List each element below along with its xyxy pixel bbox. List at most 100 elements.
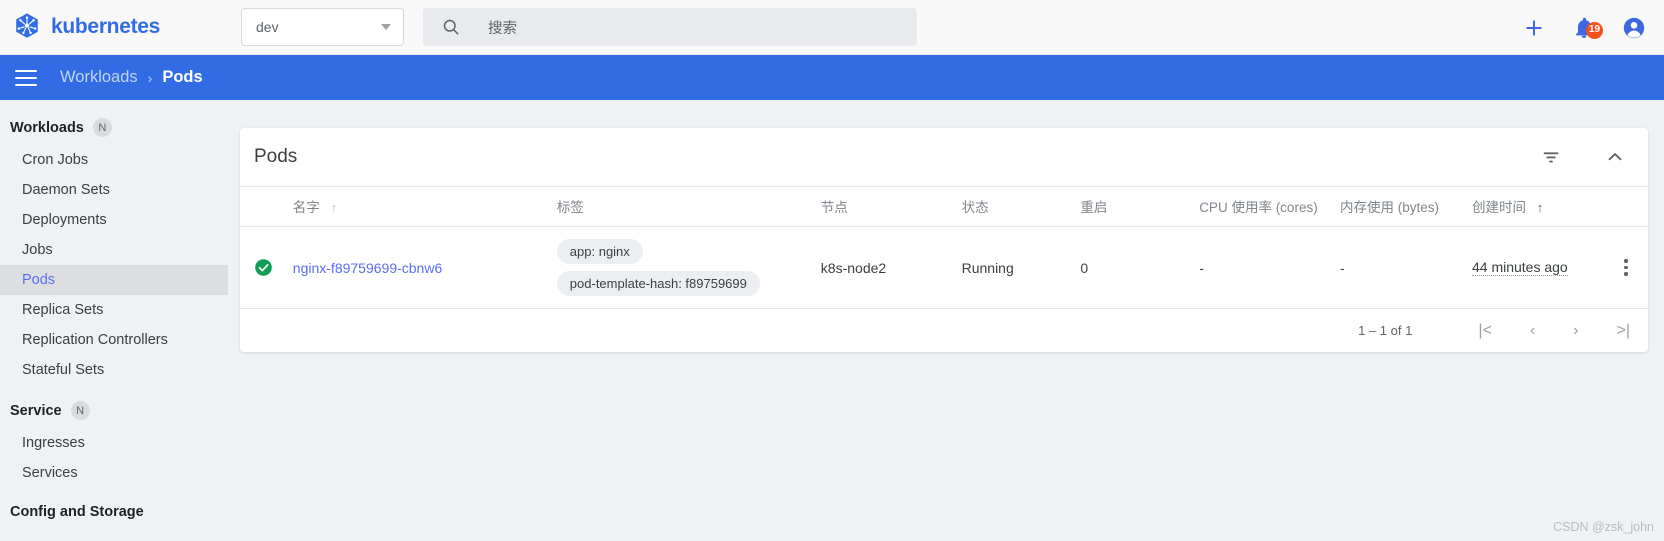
breadcrumb-bar: Workloads › Pods bbox=[0, 55, 1664, 100]
sidebar-item-label: Ingresses bbox=[22, 435, 85, 451]
watermark-text: CSDN @zsk_john bbox=[1553, 520, 1654, 534]
breadcrumb-parent[interactable]: Workloads bbox=[60, 68, 138, 87]
column-label: 标签 bbox=[556, 200, 584, 215]
pods-table: 名字 ↑ 标签 节点 状态 重启 CPU 使用率 (cores) 内存使用 (b… bbox=[240, 186, 1648, 308]
sidebar-nav: Workloads N Cron Jobs Daemon Sets Deploy… bbox=[0, 100, 228, 541]
sidebar-section-label: Service bbox=[10, 402, 62, 419]
cell-labels: app: nginx pod-template-hash: f89759699 bbox=[556, 226, 821, 308]
header-actions-spacer bbox=[1603, 186, 1648, 227]
label-chip-group: app: nginx pod-template-hash: f89759699 bbox=[556, 239, 821, 296]
table-row[interactable]: nginx-f89759699-cbnw6 app: nginx pod-tem… bbox=[240, 226, 1648, 308]
sidebar-section-service: Service N bbox=[0, 393, 228, 428]
label-chip: app: nginx bbox=[556, 239, 643, 264]
plus-icon bbox=[1526, 20, 1542, 35]
more-vert-icon[interactable] bbox=[1604, 259, 1648, 276]
column-label: 状态 bbox=[961, 200, 989, 215]
column-header-cpu[interactable]: CPU 使用率 (cores) bbox=[1199, 186, 1340, 227]
column-label: CPU 使用率 (cores) bbox=[1199, 200, 1318, 215]
row-status-indicator bbox=[240, 226, 293, 308]
sidebar-item-jobs[interactable]: Jobs bbox=[0, 235, 228, 265]
sidebar-item-label: Jobs bbox=[22, 242, 53, 258]
sidebar-item-label: Cron Jobs bbox=[22, 152, 89, 168]
hamburger-menu-icon[interactable] bbox=[15, 69, 37, 86]
column-label: 节点 bbox=[820, 200, 848, 215]
search-icon bbox=[443, 19, 459, 35]
sidebar-item-stateful-sets[interactable]: Stateful Sets bbox=[0, 355, 228, 385]
breadcrumb-current: Pods bbox=[162, 68, 203, 86]
sidebar-item-deployments[interactable]: Deployments bbox=[0, 205, 228, 235]
column-header-created[interactable]: 创建时间 ↑ bbox=[1471, 186, 1604, 227]
cell-pod-name: nginx-f89759699-cbnw6 bbox=[292, 226, 557, 308]
cell-created: 44 minutes ago bbox=[1471, 226, 1604, 308]
notification-count-badge: 19 bbox=[1586, 21, 1603, 39]
sort-arrow-icon: ↑ bbox=[1536, 200, 1544, 215]
check-circle-icon bbox=[255, 259, 272, 276]
sidebar-item-label: Deployments bbox=[22, 212, 107, 228]
table-pagination: 1 – 1 of 1 |< ‹ › >| bbox=[240, 308, 1648, 352]
breadcrumb-separator-icon: › bbox=[147, 69, 153, 86]
sidebar-section-label: Workloads bbox=[10, 119, 84, 136]
cell-node: k8s-node2 bbox=[820, 226, 962, 308]
brand-name: kubernetes bbox=[51, 15, 161, 38]
add-resource-button[interactable] bbox=[1522, 16, 1546, 40]
card-header-actions bbox=[1540, 146, 1626, 168]
sidebar-item-label: Daemon Sets bbox=[22, 182, 110, 198]
namespace-selector[interactable]: dev bbox=[241, 8, 404, 46]
cell-restarts: 0 bbox=[1080, 226, 1200, 308]
main-content: Pods 名字 ↑ 标签 节点 状态 重启 CPU 使用率 (cores) 内存… bbox=[228, 100, 1664, 541]
search-input[interactable]: 搜索 bbox=[423, 8, 917, 46]
column-label: 内存使用 (bytes) bbox=[1339, 200, 1439, 215]
column-header-labels[interactable]: 标签 bbox=[556, 186, 821, 227]
column-header-memory[interactable]: 内存使用 (bytes) bbox=[1339, 186, 1472, 227]
cell-cpu-usage: - bbox=[1199, 226, 1340, 308]
chevron-up-icon[interactable] bbox=[1604, 146, 1626, 168]
pod-name-link[interactable]: nginx-f89759699-cbnw6 bbox=[293, 260, 442, 276]
sidebar-item-cron-jobs[interactable]: Cron Jobs bbox=[0, 145, 228, 175]
first-page-button[interactable]: |< bbox=[1478, 322, 1492, 339]
top-bar-actions: 19 bbox=[1522, 0, 1646, 55]
account-circle-icon bbox=[1623, 17, 1645, 38]
pods-card: Pods 名字 ↑ 标签 节点 状态 重启 CPU 使用率 (cores) 内存… bbox=[240, 128, 1648, 352]
cell-row-actions bbox=[1603, 226, 1648, 308]
sidebar-item-label: Replication Controllers bbox=[22, 332, 168, 348]
namespace-value: dev bbox=[256, 19, 279, 35]
column-label: 名字 bbox=[292, 200, 320, 215]
table-header-row: 名字 ↑ 标签 节点 状态 重启 CPU 使用率 (cores) 内存使用 (b… bbox=[240, 186, 1648, 227]
sidebar-item-ingresses[interactable]: Ingresses bbox=[0, 428, 228, 458]
column-header-name[interactable]: 名字 ↑ bbox=[292, 186, 557, 227]
label-chip: pod-template-hash: f89759699 bbox=[556, 271, 760, 296]
filter-list-icon[interactable] bbox=[1540, 146, 1562, 168]
pods-card-header: Pods bbox=[240, 128, 1648, 186]
namespace-scope-badge: N bbox=[70, 401, 90, 420]
sidebar-item-label: Services bbox=[22, 465, 78, 481]
sidebar-item-pods[interactable]: Pods bbox=[0, 265, 228, 295]
sidebar-item-label: Pods bbox=[22, 272, 56, 288]
column-header-node[interactable]: 节点 bbox=[820, 186, 962, 227]
sidebar-item-replication-controllers[interactable]: Replication Controllers bbox=[0, 325, 228, 355]
chevron-down-icon bbox=[381, 24, 391, 30]
column-header-status[interactable]: 状态 bbox=[961, 186, 1081, 227]
cell-state: Running bbox=[961, 226, 1081, 308]
previous-page-button[interactable]: ‹ bbox=[1530, 322, 1535, 339]
sidebar-section-workloads: Workloads N bbox=[0, 110, 228, 145]
notifications-button[interactable]: 19 bbox=[1572, 16, 1603, 40]
account-button[interactable] bbox=[1622, 16, 1646, 40]
search-placeholder: 搜索 bbox=[488, 20, 517, 37]
sidebar-section-label: Config and Storage bbox=[10, 504, 144, 520]
last-page-button[interactable]: >| bbox=[1617, 322, 1631, 339]
column-label: 创建时间 bbox=[1471, 200, 1526, 215]
column-header-restarts[interactable]: 重启 bbox=[1080, 186, 1200, 227]
header-spacer bbox=[240, 186, 293, 227]
column-label: 重启 bbox=[1080, 200, 1108, 215]
sidebar-item-services[interactable]: Services bbox=[0, 458, 228, 488]
pagination-range-label: 1 – 1 of 1 bbox=[1358, 323, 1413, 338]
next-page-button[interactable]: › bbox=[1573, 322, 1578, 339]
card-title: Pods bbox=[254, 146, 298, 167]
cell-memory-usage: - bbox=[1339, 226, 1472, 308]
created-age-text[interactable]: 44 minutes ago bbox=[1471, 259, 1568, 276]
sidebar-item-replica-sets[interactable]: Replica Sets bbox=[0, 295, 228, 325]
sidebar-item-daemon-sets[interactable]: Daemon Sets bbox=[0, 175, 228, 205]
brand-logo[interactable]: kubernetes bbox=[0, 12, 228, 42]
page-body: Workloads N Cron Jobs Daemon Sets Deploy… bbox=[0, 100, 1664, 541]
sidebar-section-config-and-storage: Config and Storage bbox=[0, 496, 228, 528]
